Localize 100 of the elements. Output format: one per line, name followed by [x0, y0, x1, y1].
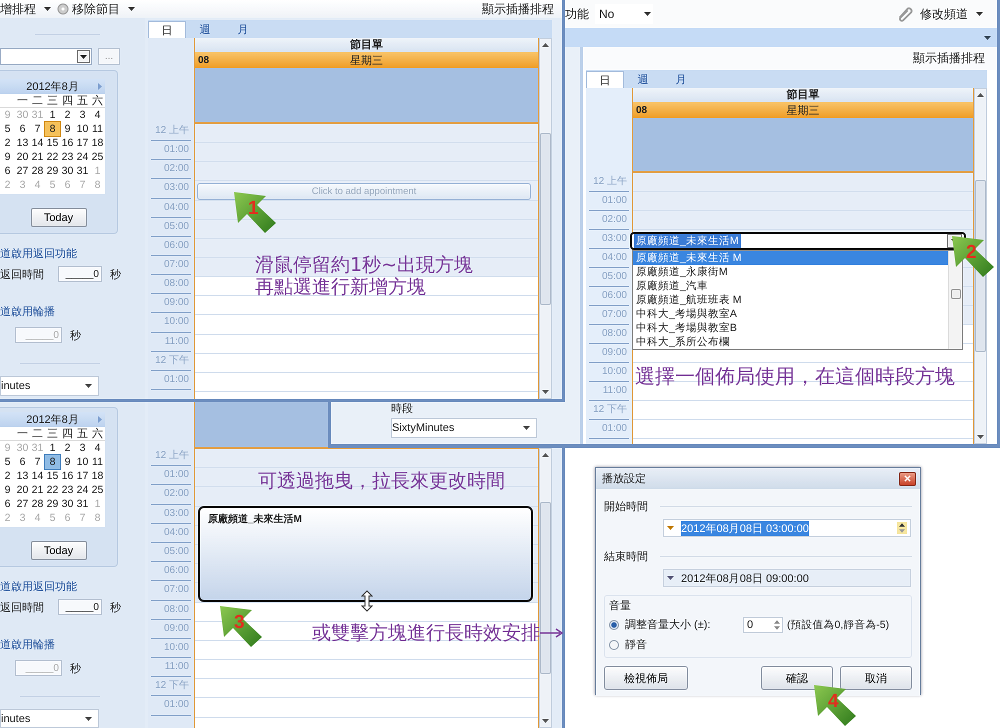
calendar-day[interactable]: 3 [75, 108, 90, 122]
dialog-button[interactable]: 取消 [840, 666, 912, 690]
date-time-field[interactable]: 2012年08月08日 09:00:00 [663, 569, 911, 587]
calendar-day[interactable]: 11 [90, 122, 105, 136]
scrollbar[interactable] [539, 448, 552, 728]
calendar-day[interactable]: 17 [75, 469, 90, 483]
calendar-day[interactable]: 30 [60, 497, 75, 511]
calendar-day[interactable]: 3 [75, 441, 90, 455]
calendar-day[interactable]: 24 [75, 483, 90, 497]
calendar-day[interactable]: 7 [30, 455, 45, 469]
calendar-day[interactable]: 22 [45, 150, 60, 164]
view-tab[interactable]: 週 [186, 21, 224, 38]
calendar-day[interactable]: 23 [60, 150, 75, 164]
dropdown-option[interactable]: 原廠頻道_航班班表 M [633, 293, 948, 307]
today-button[interactable]: Today [30, 208, 86, 227]
calendar-day[interactable]: 6 [0, 164, 15, 178]
calendar-day[interactable]: 5 [0, 122, 15, 136]
calendar-day[interactable]: 17 [75, 136, 90, 150]
number-field[interactable]: 0 [743, 616, 783, 632]
toolbar-link[interactable]: 顯示插播排程 [913, 50, 985, 67]
dropdown[interactable]: SixtyMinutes [391, 418, 537, 438]
view-tab[interactable]: 日 [586, 71, 624, 88]
calendar-day[interactable]: 2 [60, 441, 75, 455]
calendar-day[interactable]: 30 [60, 164, 75, 178]
date-time-field[interactable]: 2012年08月08日 03:00:00 [663, 519, 911, 537]
calendar-day[interactable]: 16 [60, 469, 75, 483]
appointment-block[interactable]: 原廠頻道_未來生活M [198, 506, 533, 602]
scrollbar[interactable] [974, 88, 987, 444]
dropdown-option[interactable]: 中科大_考場與教室B [633, 321, 948, 335]
calendar-day[interactable]: 28 [30, 164, 45, 178]
toolbar-dropdown-button[interactable]: 修改頻道 [920, 6, 989, 22]
scrollbar[interactable] [539, 38, 552, 399]
calendar-day[interactable]: 9 [60, 455, 75, 469]
combo-box[interactable] [0, 48, 92, 65]
calendar-day[interactable]: 1 [45, 441, 60, 455]
calendar-day[interactable]: 8 [45, 455, 60, 469]
calendar-day[interactable]: 7 [30, 122, 45, 136]
radio-button[interactable] [609, 620, 619, 630]
calendar-day[interactable]: 18 [90, 136, 105, 150]
scroll-down-icon[interactable] [542, 719, 549, 723]
calendar-day[interactable]: 29 [45, 497, 60, 511]
toolbar-dropdown-button[interactable]: 移除節目 [57, 0, 141, 18]
calendar-day[interactable]: 20 [15, 483, 30, 497]
dropdown[interactable]: inutes [0, 709, 99, 728]
dropdown-option[interactable]: 中科大_系所公布欄 [633, 335, 948, 349]
view-tab[interactable]: 月 [662, 71, 700, 88]
calendar-day[interactable]: 4 [90, 108, 105, 122]
calendar-day[interactable]: 13 [15, 469, 30, 483]
dropdown-option[interactable]: 中科大_考場與教室A [633, 307, 948, 321]
view-tab[interactable]: 週 [624, 71, 662, 88]
view-tab[interactable]: 月 [224, 21, 262, 38]
calendar-day[interactable]: 2 [60, 108, 75, 122]
calendar-day[interactable]: 4 [90, 441, 105, 455]
scroll-up-icon[interactable] [977, 93, 984, 97]
layout-combo-box[interactable]: 原廠頻道_未來生活M [630, 232, 966, 250]
calendar-day[interactable]: 29 [45, 164, 60, 178]
calendar-day[interactable]: 15 [45, 136, 60, 150]
dialog-button[interactable]: 檢視佈局 [604, 666, 688, 690]
calendar-day[interactable]: 6 [15, 122, 30, 136]
calendar-day[interactable]: 9 [0, 150, 15, 164]
today-button[interactable]: Today [30, 541, 86, 560]
number-field[interactable]: _____0 [58, 266, 102, 282]
number-field[interactable]: _____0 [58, 599, 102, 615]
select-box[interactable]: No [595, 4, 653, 24]
calendar-day[interactable]: 10 [75, 122, 90, 136]
calendar-day[interactable]: 9 [60, 122, 75, 136]
view-tab[interactable]: 日 [148, 21, 186, 38]
close-button[interactable] [899, 472, 916, 486]
calendar-day[interactable]: 13 [15, 136, 30, 150]
calendar-day[interactable]: 8 [45, 122, 60, 136]
calendar-day[interactable]: 18 [90, 469, 105, 483]
calendar-day[interactable]: 1 [45, 108, 60, 122]
calendar-day[interactable]: 22 [45, 483, 60, 497]
calendar-day[interactable]: 5 [0, 455, 15, 469]
calendar-day[interactable]: 2 [0, 469, 15, 483]
calendar-day[interactable]: 31 [75, 164, 90, 178]
calendar-day[interactable]: 16 [60, 136, 75, 150]
radio-button[interactable] [609, 640, 619, 650]
calendar-day[interactable]: 25 [90, 150, 105, 164]
dropdown[interactable]: inutes [0, 376, 99, 396]
calendar-day[interactable]: 6 [15, 455, 30, 469]
scroll-down-icon[interactable] [977, 435, 984, 439]
calendar-day[interactable]: 14 [30, 469, 45, 483]
dialog-button[interactable]: 確認 [761, 666, 833, 690]
calendar-day[interactable]: 2 [0, 136, 15, 150]
calendar-day[interactable]: 28 [30, 497, 45, 511]
scroll-down-icon[interactable] [542, 390, 549, 394]
calendar-day[interactable]: 15 [45, 469, 60, 483]
calendar-day[interactable]: 24 [75, 150, 90, 164]
calendar-day[interactable]: 27 [15, 164, 30, 178]
scrollbar[interactable] [948, 251, 962, 349]
toolbar-dropdown-button[interactable]: 增排程 [0, 0, 57, 18]
calendar-day[interactable]: 27 [15, 497, 30, 511]
calendar-day[interactable]: 10 [75, 455, 90, 469]
calendar-day[interactable]: 25 [90, 483, 105, 497]
spin-buttons[interactable] [897, 522, 907, 534]
calendar-day[interactable]: 21 [30, 150, 45, 164]
calendar-day[interactable]: 23 [60, 483, 75, 497]
dropdown-option[interactable]: 原廠頻道_汽車 [633, 279, 948, 293]
calendar-day[interactable]: 20 [15, 150, 30, 164]
